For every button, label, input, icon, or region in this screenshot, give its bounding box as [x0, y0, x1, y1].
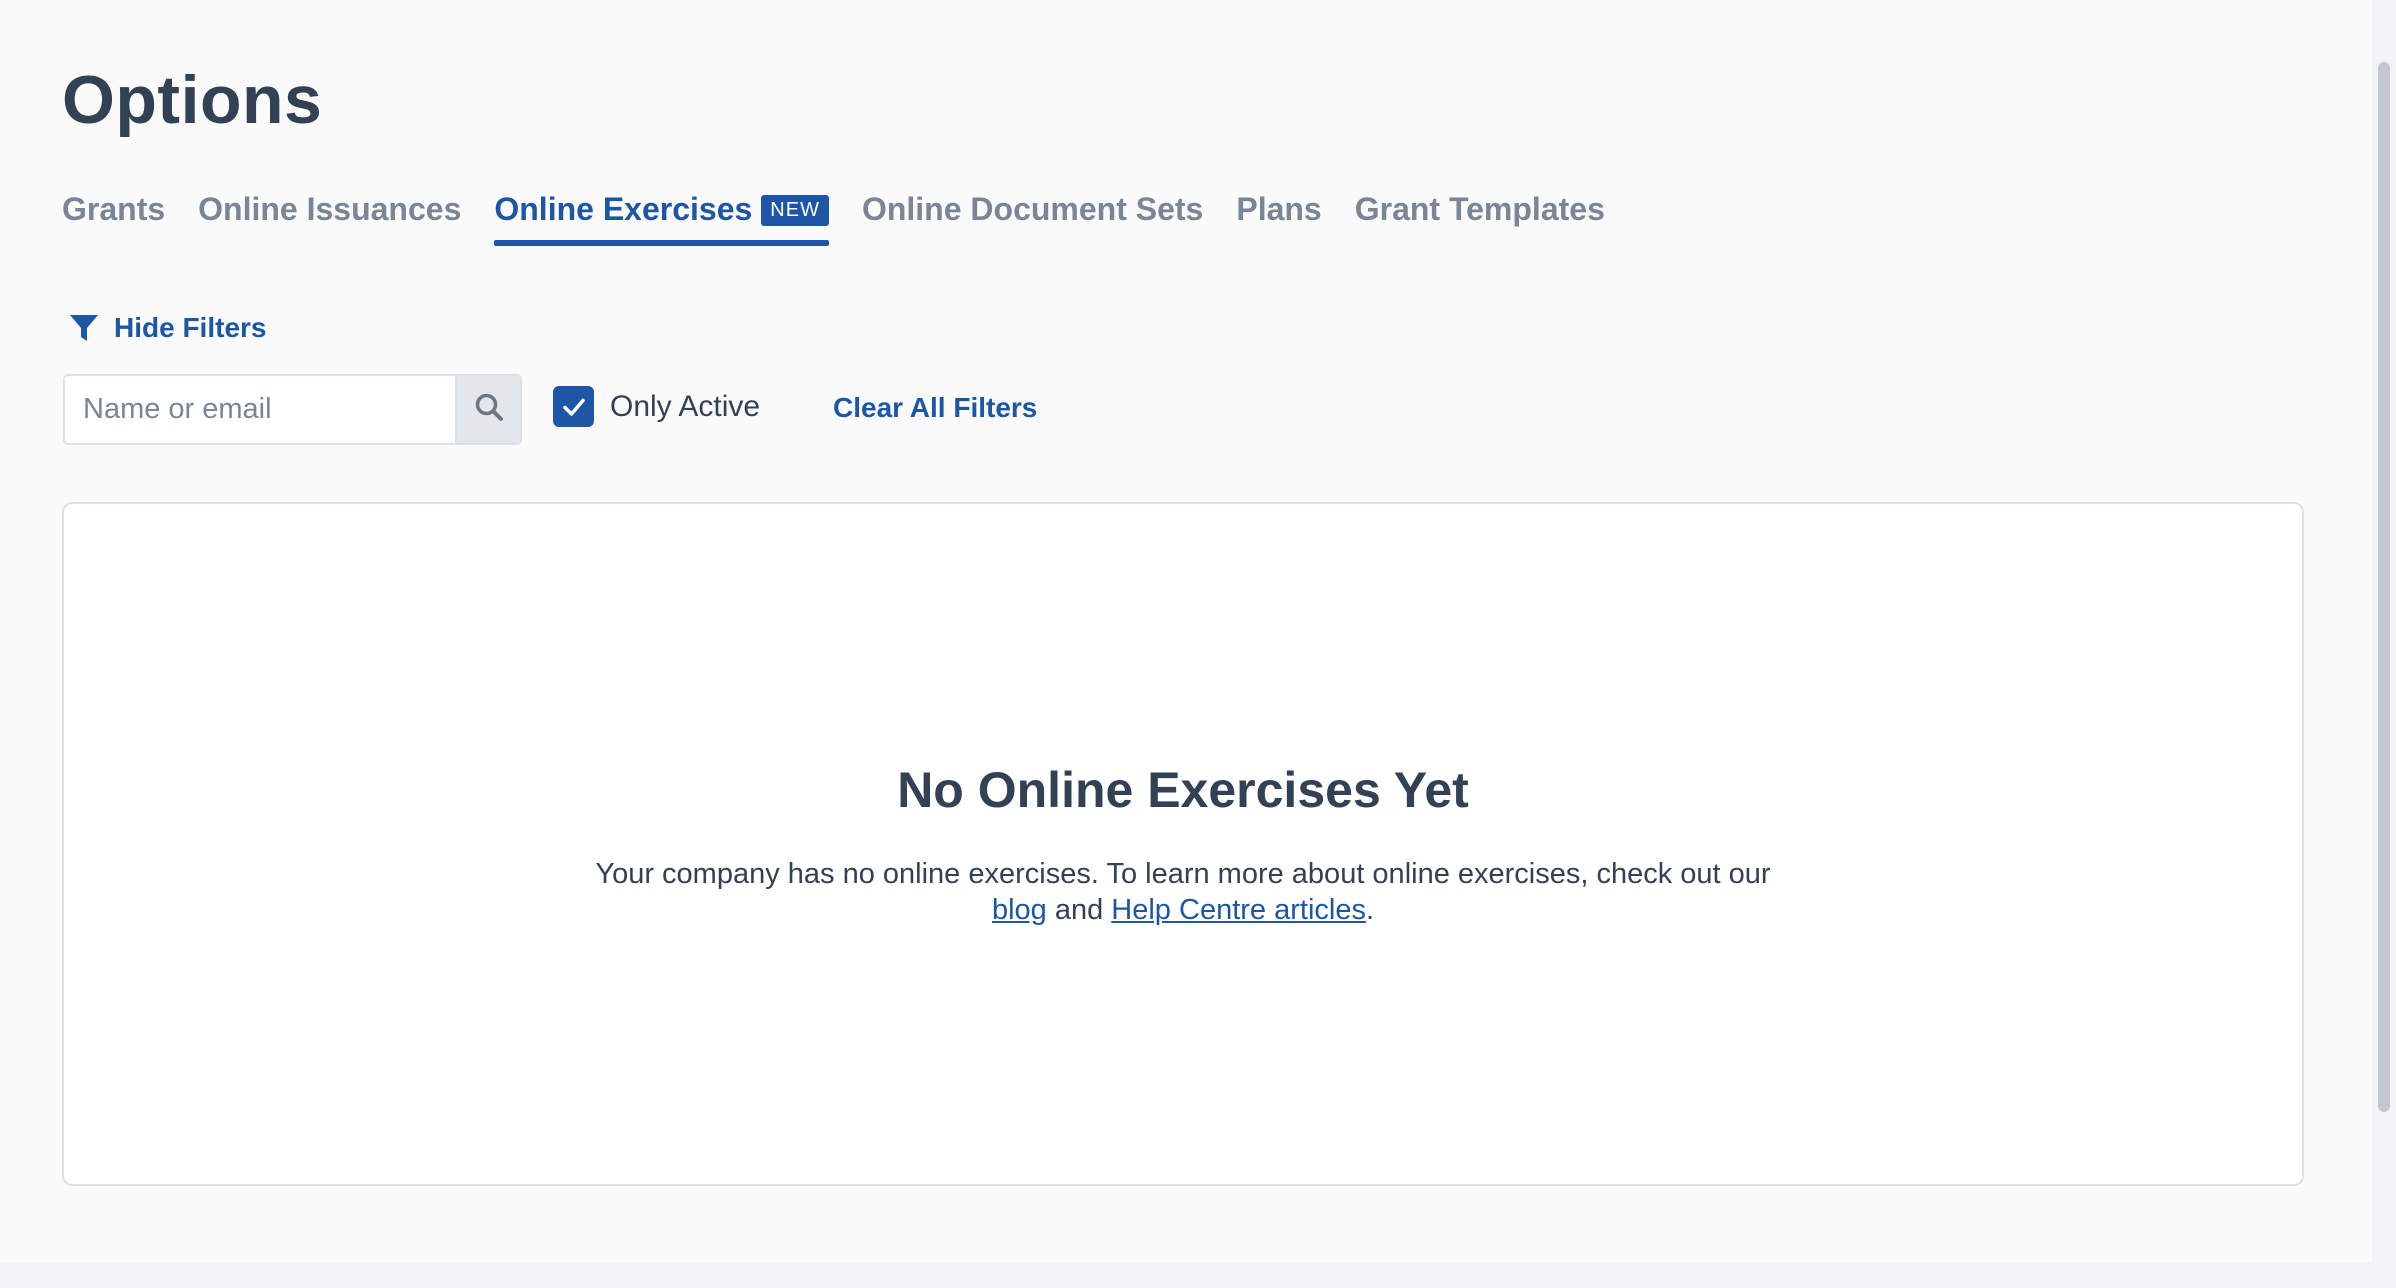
- search-field: [63, 374, 522, 445]
- empty-state-text-before: Your company has no online exercises. To…: [595, 858, 1771, 890]
- blog-link[interactable]: blog: [992, 894, 1047, 926]
- hide-filters-label: Hide Filters: [114, 312, 267, 343]
- new-badge: NEW: [761, 195, 829, 226]
- tab-label: Online Issuances: [198, 191, 462, 227]
- page-title: Options: [62, 62, 323, 138]
- search-input[interactable]: [65, 376, 455, 443]
- tab-bar: Grants Online Issuances Online Exercises…: [62, 184, 1605, 246]
- only-active-checkbox[interactable]: [553, 386, 594, 427]
- tab-label: Grants: [62, 191, 166, 227]
- tab-online-issuances[interactable]: Online Issuances: [198, 184, 461, 246]
- empty-state-text-after: .: [1365, 894, 1375, 926]
- scrollbar-thumb[interactable]: [2378, 62, 2390, 1112]
- bottom-strip: [0, 1262, 2372, 1288]
- page-background: Options Grants Online Issuances Online E…: [0, 0, 2372, 1288]
- search-button[interactable]: [455, 376, 520, 443]
- tab-online-document-sets[interactable]: Online Document Sets: [862, 184, 1203, 246]
- tab-label: Grant Templates: [1354, 191, 1605, 227]
- check-icon: [562, 398, 585, 416]
- clear-all-filters-button[interactable]: Clear All Filters: [833, 392, 1037, 424]
- filter-icon: [68, 312, 100, 344]
- only-active-filter[interactable]: Only Active: [553, 386, 760, 427]
- empty-state-text: Your company has no online exercises. To…: [583, 856, 1783, 928]
- help-centre-articles-link[interactable]: Help Centre articles: [1111, 894, 1366, 926]
- empty-state-title: No Online Exercises Yet: [897, 762, 1469, 818]
- hide-filters-button[interactable]: Hide Filters: [68, 312, 266, 344]
- empty-state-text-middle: and: [1046, 894, 1112, 926]
- tab-label: Online Document Sets: [861, 191, 1204, 227]
- tab-label: Online Exercises: [494, 191, 753, 227]
- only-active-label: Only Active: [610, 389, 761, 423]
- empty-state-card: No Online Exercises Yet Your company has…: [62, 502, 2304, 1186]
- tab-grant-templates[interactable]: Grant Templates: [1355, 184, 1605, 246]
- tab-label: Plans: [1236, 191, 1322, 227]
- search-icon: [474, 392, 504, 427]
- tab-plans[interactable]: Plans: [1236, 184, 1321, 246]
- tab-online-exercises[interactable]: Online Exercises NEW: [494, 184, 829, 246]
- tab-grants[interactable]: Grants: [62, 184, 165, 246]
